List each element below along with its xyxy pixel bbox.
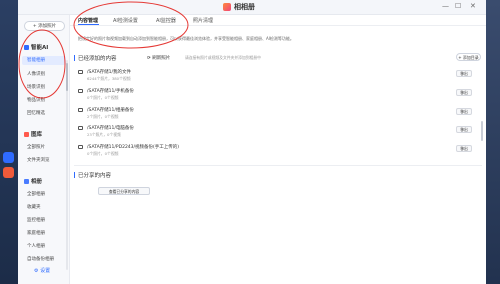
sidebar-item-object[interactable]: 物品识别 [27, 97, 45, 103]
maximize-button[interactable]: ☐ [455, 2, 461, 10]
sidebar-section-gallery: 图库 [24, 130, 42, 138]
folder-meta: 0个照片，0个视频 [87, 95, 119, 100]
shared-content-title: 已分享的内容 [78, 173, 112, 179]
remove-folder-button[interactable]: 移出 [456, 145, 472, 152]
sidebar-section-title: 图库 [31, 132, 43, 138]
folder-path: /SATA存储11/PD2243/视频备份(手工上传的) [87, 145, 180, 150]
sidebar-item-auto-backup[interactable]: 自动备份相册 [27, 256, 54, 262]
remove-folder-button[interactable]: 移出 [456, 126, 472, 133]
hint-text: 请连接有照片或视频及文件夹并添加到相册中 [185, 55, 261, 60]
section-marker [74, 172, 75, 178]
album-icon [24, 178, 29, 184]
settings-button[interactable]: ⚙ 设置 [34, 267, 50, 274]
app-icon-2[interactable] [3, 167, 14, 178]
sidebar-item-family-album[interactable]: 家庭相册 [27, 230, 45, 236]
folder-meta: 0个照片，0个视频 [87, 151, 119, 156]
sidebar-section-title: 相册 [31, 179, 43, 185]
sidebar-section-albums: 相册 [24, 177, 42, 185]
tab-ai-monitor[interactable]: AI监控器 [156, 17, 176, 24]
desktop-background [486, 0, 500, 284]
intro-text: 把设定好的照片和视频加载到自动添加到智能相册，可以获得最佳浏览体验，并享受智能相… [78, 36, 294, 41]
sidebar-item-person[interactable]: 人像识别 [27, 71, 45, 77]
folder-icon [78, 70, 83, 74]
folder-meta: 23个照片，0个视频 [87, 132, 121, 137]
tab-ai-detection[interactable]: AI检测设置 [113, 17, 138, 24]
sidebar: + 添加照片 智能AI 智能相册 人像识别 场景识别 物品识别 回忆精选 图库 … [18, 15, 70, 284]
gallery-icon [24, 131, 29, 137]
add-folder-button[interactable]: + 添加目录 [456, 53, 481, 61]
folder-row: /SATA存储1/我的文件 6244个照片，380个视频 移出 [78, 70, 480, 88]
active-tab-indicator [78, 24, 99, 25]
refresh-button[interactable]: ⟳ 刷新照片 [147, 55, 170, 61]
minimize-button[interactable]: — [442, 2, 449, 10]
window-title: 相相册 [234, 3, 255, 11]
desktop-dock [0, 0, 18, 284]
folder-icon [78, 145, 83, 149]
tab-bar: 内容管理 AI检测设置 AI监控器 照片清理 [70, 15, 486, 26]
title-bar: 相相册 — ☐ ✕ [18, 0, 486, 15]
sidebar-item-all-photos[interactable]: 全部照片 [27, 144, 45, 150]
sidebar-item-folder-browse[interactable]: 文件夹浏览 [27, 157, 50, 163]
sidebar-item-all-albums[interactable]: 全部相册 [27, 191, 45, 197]
app-icon-1[interactable] [3, 152, 14, 163]
remove-folder-button[interactable]: 移出 [456, 89, 472, 96]
sidebar-item-smart-album[interactable]: 智能相册 [22, 56, 66, 65]
section-marker [74, 55, 75, 61]
main-content: 内容管理 AI检测设置 AI监控器 照片清理 把设定好的照片和视频加载到自动添加… [70, 15, 486, 284]
sidebar-item-memories[interactable]: 回忆精选 [27, 110, 45, 116]
remove-folder-button[interactable]: 移出 [456, 70, 472, 77]
folder-path: /SATA存储11/相册备份 [87, 108, 134, 113]
sidebar-item-monitor-album[interactable]: 监控相册 [27, 217, 45, 223]
add-photo-button[interactable]: + 添加照片 [24, 21, 65, 31]
folder-path: /SATA存储11/手机备份 [87, 89, 134, 94]
ai-icon [24, 44, 29, 50]
sidebar-section-ai: 智能AI [24, 43, 48, 51]
mounted-content-title: 已经添加的内容 [78, 56, 117, 62]
folder-row: /SATA存储11/手机备份 0个照片，0个视频 移出 [78, 89, 480, 107]
folder-row: /SATA存储11/电脑备份 23个照片，0个视频 移出 [78, 126, 480, 144]
folder-meta: 6244个照片，380个视频 [87, 76, 131, 81]
section-divider [74, 165, 482, 166]
view-shared-button[interactable]: 查看已分享的内容 [98, 187, 150, 195]
sidebar-scrollbar-thumb[interactable] [66, 63, 68, 91]
app-logo-icon [223, 3, 231, 11]
folder-meta: 2个照片，0个视频 [87, 114, 119, 119]
tab-photo-cleanup[interactable]: 照片清理 [193, 17, 213, 24]
folder-row: /SATA存储11/PD2243/视频备份(手工上传的) 0个照片，0个视频 移… [78, 145, 480, 163]
folder-path: /SATA存储11/电脑备份 [87, 126, 134, 131]
app-window: 相相册 — ☐ ✕ + 添加照片 智能AI 智能相册 人像识别 场景识别 物品识… [18, 0, 486, 284]
tab-content-management[interactable]: 内容管理 [78, 17, 98, 24]
folder-path: /SATA存储1/我的文件 [87, 70, 132, 75]
folder-icon [78, 126, 83, 130]
folder-row: /SATA存储11/相册备份 2个照片，0个视频 移出 [78, 108, 480, 126]
sidebar-item-scene[interactable]: 场景识别 [27, 84, 45, 90]
sidebar-item-personal-album[interactable]: 个人相册 [27, 243, 45, 249]
close-button[interactable]: ✕ [470, 2, 476, 10]
sidebar-section-title: 智能AI [31, 45, 49, 51]
folder-icon [78, 89, 83, 93]
content-scrollbar[interactable] [481, 121, 483, 141]
sidebar-item-favorites[interactable]: 收藏夹 [27, 204, 41, 210]
sidebar-scrollbar[interactable] [66, 60, 68, 270]
folder-icon [78, 108, 83, 112]
remove-folder-button[interactable]: 移出 [456, 108, 472, 115]
